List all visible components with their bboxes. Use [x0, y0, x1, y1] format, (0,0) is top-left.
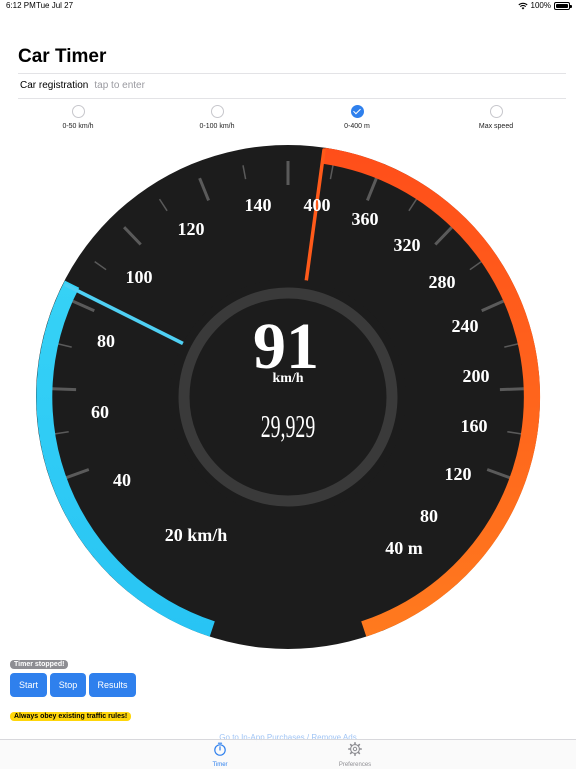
gauge-tick [499, 387, 524, 392]
speed-unit: km/h [272, 371, 303, 386]
speedometer-gauge: 20 km/h 40 60 80 100 120 140 400 360 320… [36, 145, 541, 649]
speed-scale-label: 80 [97, 331, 115, 351]
speed-scale-label: 20 km/h [165, 525, 228, 545]
tab-label: Timer [212, 762, 228, 768]
distance-scale-label: 400 [304, 195, 331, 215]
distance-scale-label: 200 [463, 366, 490, 386]
gear-icon [348, 742, 362, 756]
distance-scale-label: 120 [445, 464, 472, 484]
distance-scale-label: 280 [429, 272, 456, 292]
traffic-warning: Always obey existing traffic rules! [10, 712, 132, 721]
speed-scale-label: 40 [113, 470, 131, 490]
gauge-tick [52, 387, 77, 392]
distance-scale-label: 240 [452, 316, 479, 336]
distance-scale-label: 80 [420, 506, 438, 526]
speed-scale-label: 60 [91, 402, 109, 422]
distance-scale-label: 160 [461, 416, 488, 436]
timer-controls: Start Stop Results [10, 673, 136, 697]
tab-timer[interactable]: Timer [190, 742, 250, 768]
start-button[interactable]: Start [10, 673, 47, 697]
tab-preferences[interactable]: Preferences [325, 742, 385, 768]
tab-label: Preferences [338, 762, 372, 768]
speed-scale-label: 140 [245, 195, 272, 215]
stopwatch-icon [214, 742, 226, 756]
distance-scale-label: 320 [394, 235, 421, 255]
stop-button[interactable]: Stop [50, 673, 86, 697]
tab-bar: Timer Preferences [0, 739, 576, 769]
distance-scale-label: 40 m [385, 538, 423, 558]
results-button[interactable]: Results [89, 673, 136, 697]
speed-scale-label: 120 [178, 219, 205, 239]
speed-scale-label: 100 [126, 267, 153, 287]
distance-scale-label: 360 [352, 209, 379, 229]
distance-value: 29,929 [261, 408, 316, 444]
timer-status-badge: Timer stopped! [10, 660, 69, 669]
